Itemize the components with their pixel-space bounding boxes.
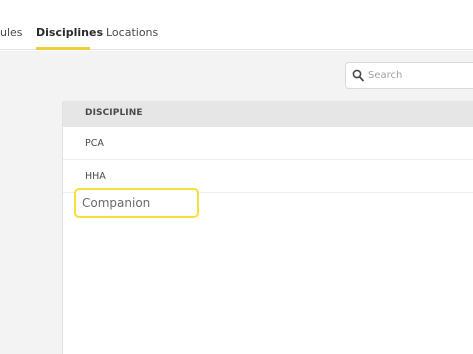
- search-icon: [352, 69, 364, 82]
- new-discipline-field[interactable]: Companion: [74, 188, 199, 218]
- table-row[interactable]: PCA: [63, 127, 473, 160]
- disciplines-table: DISCIPLINE PCA HHA: [62, 101, 473, 354]
- tab-locations[interactable]: Locations: [106, 26, 158, 39]
- discipline-cell: HHA: [85, 171, 106, 182]
- discipline-cell: PCA: [85, 138, 104, 149]
- tab-disciplines[interactable]: Disciplines: [36, 26, 103, 39]
- tab-bar: ules Disciplines Locations: [0, 0, 473, 50]
- column-header-discipline[interactable]: DISCIPLINE: [85, 108, 143, 118]
- active-tab-indicator: [36, 47, 90, 50]
- main-content: DISCIPLINE PCA HHA: [0, 51, 473, 354]
- search-box[interactable]: [345, 62, 473, 89]
- search-input[interactable]: [368, 65, 473, 86]
- new-discipline-value: Companion: [82, 196, 151, 210]
- tab-modules[interactable]: ules: [0, 26, 23, 39]
- table-header: DISCIPLINE: [63, 101, 473, 127]
